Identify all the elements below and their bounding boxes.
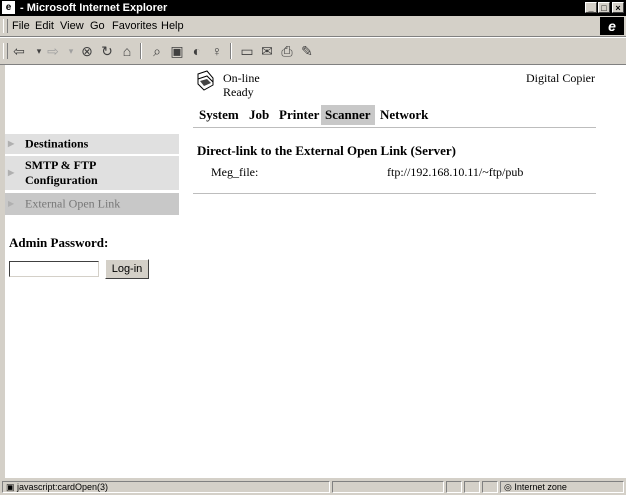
menu-bar: File Edit View Go Favorites Help	[0, 16, 626, 37]
favorites-icon[interactable]: ▣	[168, 43, 186, 59]
home-icon[interactable]: ⌂	[118, 43, 136, 59]
status-bar: ▣ javascript:cardOpen(3) ◎ Internet zone	[0, 479, 626, 495]
field-label: Meg_file:	[211, 165, 259, 179]
menu-edit[interactable]: Edit	[35, 20, 54, 32]
history-icon[interactable]: ◐	[188, 43, 206, 59]
edit-icon[interactable]: ✎	[298, 43, 316, 59]
stop-icon[interactable]: ⊗	[78, 43, 96, 59]
device-substatus: Ready	[223, 85, 254, 99]
status-cell	[446, 481, 462, 493]
admin-password-label: Admin Password:	[9, 235, 109, 250]
minimize-button[interactable]: _	[585, 2, 597, 13]
sidebar-item-external-open-link[interactable]: ▶ External Open Link	[5, 193, 179, 215]
arrow-icon: ▶	[8, 139, 15, 148]
menu-help[interactable]: Help	[161, 20, 184, 32]
ie-icon: e	[2, 1, 15, 14]
tab-printer[interactable]: Printer	[275, 105, 323, 125]
toolbar-separator	[230, 43, 232, 59]
menubar-grip	[3, 19, 8, 33]
toolbar-separator	[140, 43, 142, 59]
sidebar-item-smtp-ftp[interactable]: ▶ SMTP & FTP Configuration	[5, 156, 179, 190]
channels-icon[interactable]: ♀	[208, 43, 226, 59]
mail-icon[interactable]: ✉	[258, 43, 276, 59]
title-bar: e - Microsoft Internet Explorer _ □ ×	[0, 0, 626, 16]
ie-logo-icon: e	[600, 17, 624, 35]
sidebar-item-label: Destinations	[25, 136, 89, 151]
window-title: - Microsoft Internet Explorer	[20, 2, 168, 14]
page-icon: ▣	[6, 482, 18, 492]
status-cell	[332, 481, 444, 493]
zone-text: Internet zone	[514, 482, 567, 492]
tab-network[interactable]: Network	[376, 105, 432, 125]
field-value: ftp://192.168.10.11/~ftp/pub	[387, 165, 524, 179]
maximize-button[interactable]: □	[598, 2, 610, 13]
sidebar-item-destinations[interactable]: ▶ Destinations	[5, 134, 179, 154]
close-button[interactable]: ×	[612, 2, 624, 13]
arrow-icon: ▶	[8, 168, 15, 177]
admin-password-input[interactable]	[9, 261, 99, 277]
search-icon[interactable]: ⌕	[148, 43, 166, 59]
tab-scanner[interactable]: Scanner	[321, 105, 375, 125]
device-status: On-line	[223, 71, 260, 85]
menu-view[interactable]: View	[60, 20, 84, 32]
sidebar-item-label: External Open Link	[25, 196, 121, 211]
status-cell	[464, 481, 480, 493]
toolbar-grip	[3, 43, 8, 59]
arrow-icon: ▶	[8, 199, 15, 208]
section-divider	[193, 193, 596, 194]
tab-system[interactable]: System	[195, 105, 243, 125]
status-text: javascript:cardOpen(3)	[17, 482, 109, 492]
globe-icon: ◎	[504, 482, 515, 492]
device-name: Digital Copier	[526, 71, 595, 85]
back-icon[interactable]: ⇦	[10, 43, 28, 59]
refresh-icon[interactable]: ↻	[98, 43, 116, 59]
printer-icon	[197, 70, 214, 91]
status-text-cell: ▣ javascript:cardOpen(3)	[2, 481, 330, 493]
login-button[interactable]: Log-in	[105, 259, 149, 279]
toolbar: ⇦ ▾ ⇨ ▾ ⊗ ↻ ⌂ ⌕ ▣ ◐ ♀ ▭ ✉ ⎙ ✎	[0, 37, 626, 65]
sidebar-item-label: SMTP & FTP Configuration	[25, 158, 98, 187]
forward-icon[interactable]: ⇨	[44, 43, 62, 59]
tab-job[interactable]: Job	[245, 105, 273, 125]
section-title: Direct-link to the External Open Link (S…	[197, 143, 457, 158]
menu-favorites[interactable]: Favorites	[112, 20, 157, 32]
status-cell	[482, 481, 498, 493]
tab-divider	[193, 127, 596, 128]
print-icon[interactable]: ⎙	[278, 43, 296, 59]
menu-go[interactable]: Go	[90, 20, 105, 32]
fullscreen-icon[interactable]: ▭	[238, 43, 256, 59]
page-content: On-line Ready Digital Copier System Job …	[5, 65, 626, 478]
zone-cell: ◎ Internet zone	[500, 481, 624, 493]
menu-file[interactable]: File	[12, 20, 30, 32]
